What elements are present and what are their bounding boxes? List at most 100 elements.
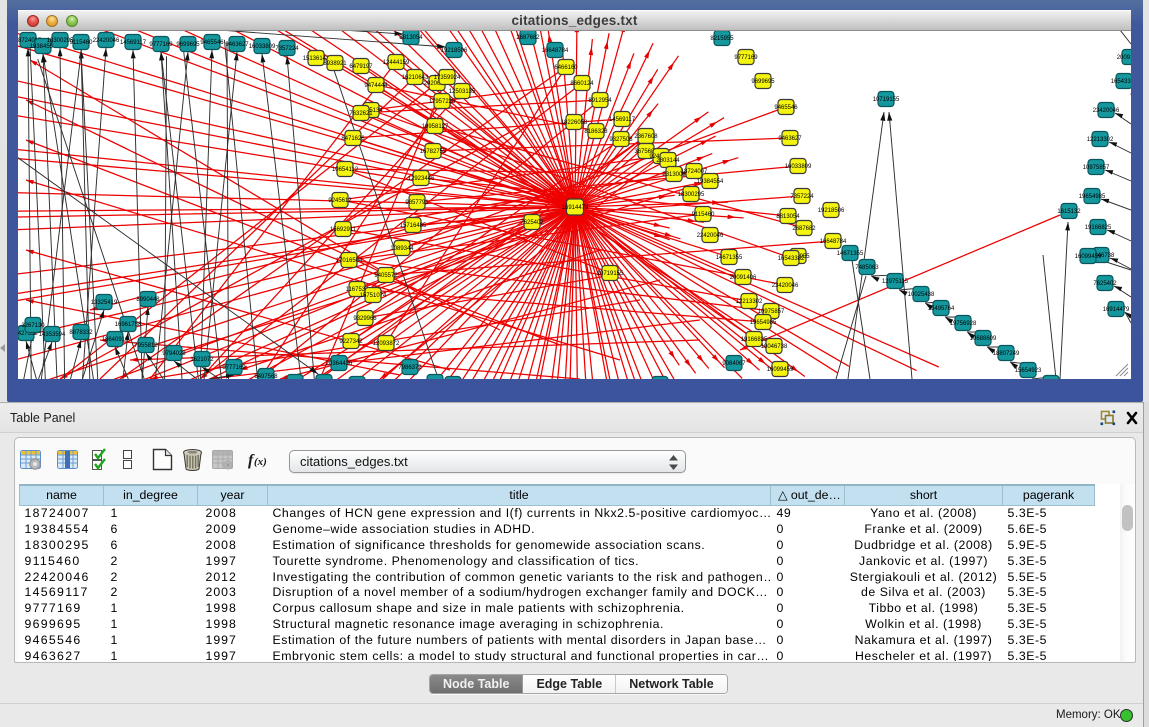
svg-text:12444159: 12444159 [383,60,410,66]
svg-text:18807249: 18807249 [993,351,1020,357]
svg-text:15495764: 15495764 [928,306,955,312]
svg-text:6497568: 6497568 [254,374,278,379]
svg-text:9465546: 9465546 [774,105,798,111]
svg-text:(x): (x) [254,456,267,468]
svg-text:20091406: 20091406 [1117,55,1131,61]
svg-text:7986372: 7986372 [398,365,422,371]
svg-text:16099459: 16099459 [767,367,794,373]
svg-text:16099459: 16099459 [1075,254,1102,260]
svg-text:9777169: 9777169 [734,55,758,61]
svg-text:6479197: 6479197 [349,64,373,70]
svg-text:7357224: 7357224 [275,46,299,52]
svg-text:1621072: 1621072 [190,357,214,363]
svg-text:16543382: 16543382 [778,256,805,262]
svg-text:19166825: 19166825 [1085,225,1112,231]
svg-text:16210643: 16210643 [402,75,429,81]
svg-text:18300295: 18300295 [678,192,705,198]
svg-text:16648784: 16648784 [542,48,569,54]
svg-text:7625402: 7625402 [520,220,544,226]
svg-text:19218506: 19218506 [441,48,468,54]
svg-text:9699695: 9699695 [751,79,775,85]
svg-text:9227342: 9227342 [339,339,363,345]
svg-text:13325419: 13325419 [91,300,118,306]
svg-text:3267130: 3267130 [21,323,45,329]
svg-text:20091406: 20091406 [730,275,757,281]
svg-text:2687682: 2687682 [792,226,816,232]
svg-text:19218506: 19218506 [818,208,845,214]
svg-text:16782759: 16782759 [420,149,447,155]
svg-text:9857791: 9857791 [405,200,429,206]
svg-text:6466160: 6466160 [554,65,578,71]
svg-text:10654112: 10654112 [332,167,359,173]
svg-text:17957225: 17957225 [429,99,456,105]
svg-text:23420046: 23420046 [772,283,799,289]
svg-text:9777169: 9777169 [222,365,246,371]
svg-text:17016504: 17016504 [336,258,363,264]
svg-text:12923446: 12923446 [408,176,435,182]
svg-text:18226058: 18226058 [561,120,588,126]
svg-text:16543382: 16543382 [1111,79,1131,85]
svg-text:12975115: 12975115 [882,279,909,285]
svg-text:8813054: 8813054 [776,214,800,220]
svg-text:10025438: 10025438 [908,292,935,298]
svg-text:19756928: 19756928 [950,321,977,327]
svg-text:22420046: 22420046 [697,233,724,239]
svg-text:9463627: 9463627 [225,42,249,48]
svg-text:7625402: 7625402 [1093,281,1117,287]
svg-text:10046738: 10046738 [761,344,788,350]
svg-text:23420046: 23420046 [1093,108,1120,114]
svg-text:9474444: 9474444 [364,83,388,89]
svg-text:10719155: 10719155 [597,271,624,277]
svg-text:9329966: 9329966 [353,316,377,322]
svg-text:8660124: 8660124 [570,81,594,87]
svg-text:12213302: 12213302 [1087,137,1114,143]
svg-text:12093872: 12093872 [373,341,400,347]
svg-text:9699695: 9699695 [176,42,200,48]
svg-text:8186328: 8186328 [584,129,608,135]
svg-text:14671355: 14671355 [837,251,864,257]
svg-text:1089344: 1089344 [390,246,414,252]
svg-text:19384554: 19384554 [697,179,724,185]
svg-text:9084067: 9084067 [722,361,746,367]
svg-text:15692911: 15692911 [330,227,357,233]
svg-text:8878332: 8878332 [69,330,93,336]
svg-text:8215955: 8215955 [710,36,734,42]
svg-text:20364436: 20364436 [326,361,353,367]
svg-text:10958127: 10958127 [422,124,449,130]
svg-text:2687682: 2687682 [516,35,540,41]
svg-text:19654985: 19654985 [1079,194,1106,200]
svg-text:10719155: 10719155 [873,97,900,103]
svg-text:9245612: 9245612 [328,198,352,204]
svg-text:16033809: 16033809 [249,44,276,50]
svg-text:8813054: 8813054 [399,35,423,41]
svg-text:10975857: 10975857 [1083,165,1110,171]
svg-text:14569117: 14569117 [120,40,147,46]
svg-text:8990448: 8990448 [136,297,160,303]
svg-text:14671355: 14671355 [716,255,743,261]
svg-text:15654923: 15654923 [1015,368,1042,374]
svg-text:18640910: 18640910 [102,337,129,343]
svg-text:9405572: 9405572 [374,273,398,279]
svg-text:1615132: 1615132 [1057,209,1081,215]
svg-text:16961758: 16961758 [115,322,142,328]
svg-text:7357224: 7357224 [790,194,814,200]
svg-text:15716485: 15716485 [400,223,427,229]
svg-text:2803144: 2803144 [656,158,680,164]
svg-text:14353594: 14353594 [39,332,66,338]
svg-text:8912954: 8912954 [588,98,612,104]
svg-text:7632621: 7632621 [349,111,373,117]
svg-text:19166825: 19166825 [741,337,768,343]
svg-text:9327508: 9327508 [609,137,633,143]
svg-text:22420046: 22420046 [93,38,120,44]
svg-text:9115460: 9115460 [692,212,715,218]
svg-text:16914479: 16914479 [1103,307,1130,313]
svg-text:9794028: 9794028 [162,351,186,357]
svg-text:9115460: 9115460 [70,40,93,46]
svg-text:19654985: 19654985 [750,320,777,326]
svg-text:8471626: 8471626 [341,136,365,142]
svg-text:15751074: 15751074 [360,293,387,299]
svg-text:8938921: 8938921 [323,61,347,67]
svg-text:9463627: 9463627 [778,136,802,142]
svg-text:17359924: 17359924 [434,75,461,81]
svg-text:2367608: 2367608 [634,134,658,140]
